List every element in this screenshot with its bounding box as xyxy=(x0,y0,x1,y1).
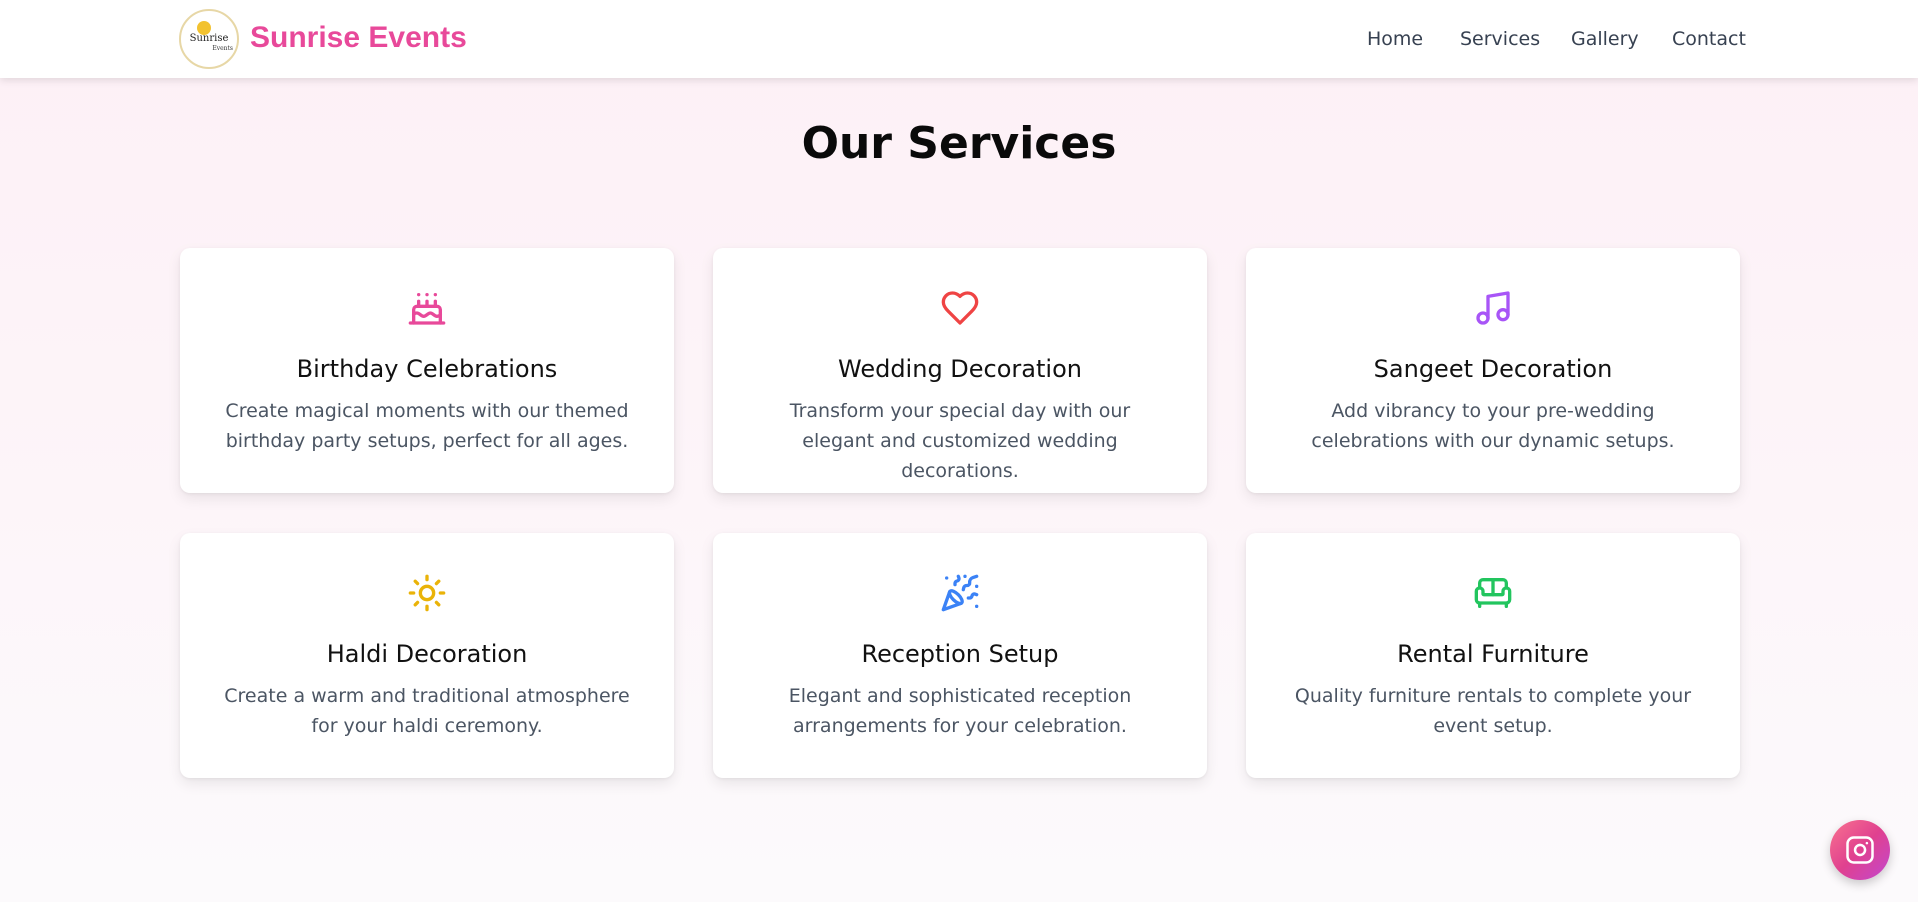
service-title: Birthday Celebrations xyxy=(296,355,558,383)
instagram-icon xyxy=(1846,836,1874,864)
nav-contact[interactable]: Contact xyxy=(1672,27,1746,51)
logo[interactable]: Sunrise Events xyxy=(179,9,239,69)
service-title: Haldi Decoration xyxy=(326,640,528,668)
service-card-reception[interactable]: Reception Setup Elegant and sophisticate… xyxy=(713,533,1207,778)
music-note-icon xyxy=(1473,288,1513,328)
service-title: Rental Furniture xyxy=(1397,640,1589,668)
service-description: Elegant and sophisticated reception arra… xyxy=(788,685,1132,737)
service-title: Wedding Decoration xyxy=(838,355,1082,383)
service-title: Sangeet Decoration xyxy=(1373,355,1613,383)
service-card-furniture[interactable]: Rental Furniture Quality furniture renta… xyxy=(1246,533,1740,778)
logo-text-line2: Events xyxy=(212,45,233,52)
brand-name[interactable]: Sunrise Events xyxy=(250,18,467,58)
birthday-cake-icon xyxy=(407,288,447,328)
service-description: Transform your special day with our eleg… xyxy=(789,400,1131,482)
sofa-icon xyxy=(1473,573,1513,613)
party-popper-icon xyxy=(940,573,980,613)
service-card-sangeet[interactable]: Sangeet Decoration Add vibrancy to your … xyxy=(1246,248,1740,493)
logo-text-line1: Sunrise xyxy=(189,33,229,44)
navbar: Sunrise Events Sunrise Events Home Servi… xyxy=(0,0,1918,78)
service-description: Add vibrancy to your pre-wedding celebra… xyxy=(1311,400,1675,452)
nav-home[interactable]: Home xyxy=(1367,27,1423,51)
service-card-wedding[interactable]: Wedding Decoration Transform your specia… xyxy=(713,248,1207,493)
service-title: Reception Setup xyxy=(861,640,1059,668)
nav-services[interactable]: Services xyxy=(1460,27,1540,51)
service-description: Quality furniture rentals to complete yo… xyxy=(1294,685,1692,737)
service-card-birthday[interactable]: Birthday Celebrations Create magical mom… xyxy=(180,248,674,493)
section-title: Our Services xyxy=(801,118,1117,169)
nav-gallery[interactable]: Gallery xyxy=(1571,27,1639,51)
service-description: Create a warm and traditional atmosphere… xyxy=(224,685,630,737)
heart-icon xyxy=(940,288,980,328)
service-description: Create magical moments with our themed b… xyxy=(225,400,629,452)
sun-icon xyxy=(407,573,447,613)
service-card-haldi[interactable]: Haldi Decoration Create a warm and tradi… xyxy=(180,533,674,778)
instagram-button[interactable] xyxy=(1830,820,1890,880)
